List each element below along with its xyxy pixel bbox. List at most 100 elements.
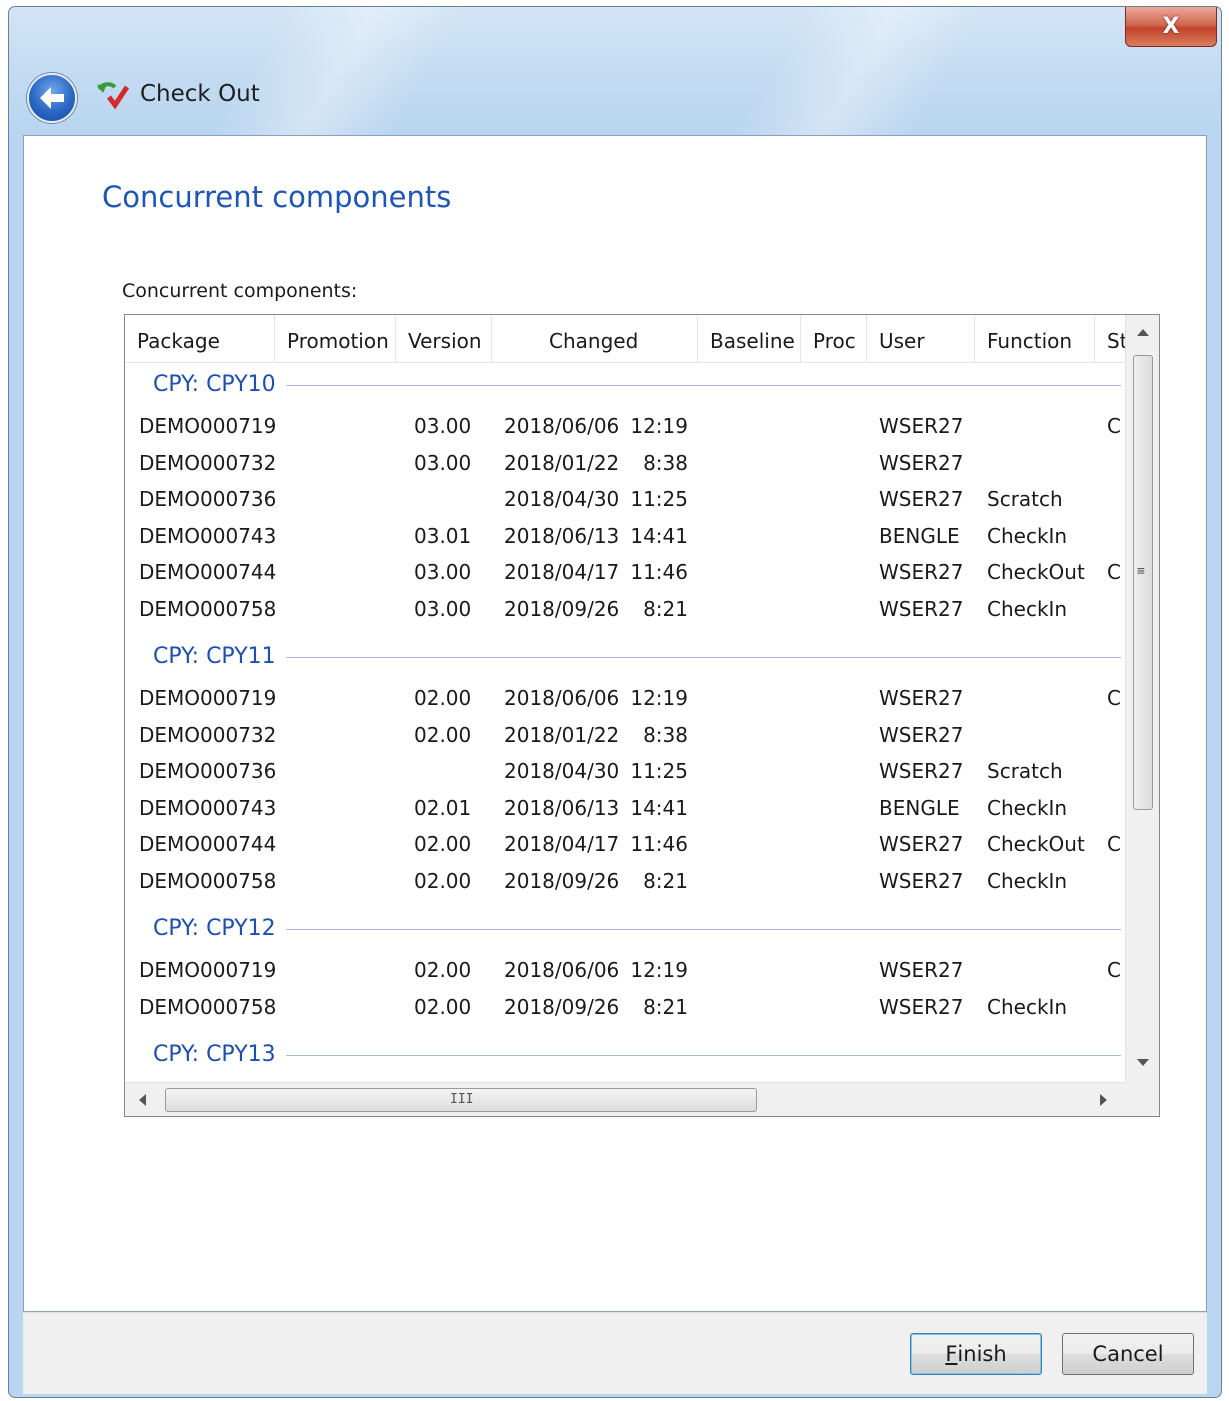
cell-version: 02.00 <box>414 686 472 710</box>
back-arrow-icon <box>40 87 64 109</box>
column-header-baseline[interactable]: Baseline <box>698 315 801 363</box>
list-item[interactable]: DEMO000758 03.00 2018/09/26 8:21 WSER27 Check… <box>125 591 1125 627</box>
list-item[interactable]: DEMO000719 03.00 2018/06/06 12:19 WSER27 C <box>125 408 1125 444</box>
list-item[interactable]: DEMO000743 02.01 2018/06/13 14:41 BENGLE Chec… <box>125 790 1125 826</box>
cell-user: WSER27 <box>879 722 964 747</box>
group-divider <box>153 385 1121 386</box>
cell-user: WSER27 <box>879 686 964 710</box>
column-header-changed[interactable]: Changed <box>492 315 698 363</box>
cell-version: 02.01 <box>414 795 472 820</box>
list-item[interactable]: DEMO000744 02.00 2018/04/17 11:46 WSER27 Chec… <box>125 826 1125 862</box>
column-header-promotion[interactable]: Promotion <box>275 315 396 363</box>
list-item[interactable]: DEMO000719 02.00 2018/06/06 12:19 WSER27 C <box>125 680 1125 716</box>
cell-time: 12:19 <box>630 414 688 438</box>
cell-version: 02.00 <box>414 994 472 1019</box>
glass-decoration <box>211 7 467 137</box>
button-bar: Finish Cancel <box>23 1312 1207 1394</box>
list-item[interactable]: DEMO000743 03.01 2018/06/13 14:41 BENGLE Chec… <box>125 518 1125 554</box>
cell-date: 2018/04/30 <box>504 759 619 783</box>
back-button[interactable] <box>27 73 77 123</box>
vertical-scroll-thumb[interactable]: ≡ <box>1133 355 1153 810</box>
vertical-scrollbar[interactable]: ≡ <box>1125 315 1159 1083</box>
cell-user: WSER27 <box>879 450 964 475</box>
cell-package: DEMO000743 <box>139 795 277 820</box>
cell-date: 2018/06/06 <box>504 414 619 438</box>
finish-label: inish <box>957 1342 1007 1366</box>
group-header[interactable]: CPY: CPY12 <box>125 911 1125 947</box>
wizard-content: Concurrent components Concurrent compone… <box>23 135 1207 1312</box>
cell-status: C <box>1107 686 1121 710</box>
cell-date: 2018/09/26 <box>504 868 619 893</box>
cell-package: DEMO000736 <box>139 759 277 783</box>
cell-user: WSER27 <box>879 832 964 856</box>
cell-package: DEMO000732 <box>139 450 277 475</box>
column-header-proc[interactable]: Proc <box>801 315 867 363</box>
group-header[interactable]: CPY: CPY10 <box>125 367 1125 403</box>
components-list[interactable]: Package Promotion Version Changed Baseli… <box>124 314 1160 1117</box>
cell-package: DEMO000758 <box>139 596 277 621</box>
cell-function: CheckIn <box>987 596 1068 621</box>
cell-version: 03.00 <box>414 450 472 475</box>
cell-time: 8:21 <box>643 868 688 893</box>
list-item[interactable]: DEMO000719 02.00 2018/06/06 12:19 WSER27 C <box>125 952 1125 988</box>
cell-time: 11:46 <box>630 832 688 856</box>
cell-date: 2018/01/22 <box>504 450 619 475</box>
group-header[interactable]: CPY: CPY13 <box>125 1037 1125 1073</box>
list-item[interactable]: DEMO000736 2018/04/30 11:25 WSER27 Scratch <box>125 753 1125 789</box>
column-header-function[interactable]: Function <box>975 315 1095 363</box>
finish-mnemonic: F <box>945 1342 958 1366</box>
cell-function: CheckIn <box>987 523 1068 548</box>
cell-date: 2018/06/06 <box>504 958 619 982</box>
cell-function: Scratch <box>987 759 1063 783</box>
cell-time: 8:38 <box>643 722 688 747</box>
group-label: CPY: CPY10 <box>153 367 286 403</box>
list-item[interactable]: DEMO000744 03.00 2018/04/17 11:46 WSER27 Chec… <box>125 554 1125 590</box>
list-item[interactable]: DEMO000732 02.00 2018/01/22 8:38 WSER27 <box>125 717 1125 753</box>
cell-date: 2018/06/13 <box>504 523 619 548</box>
cell-time: 8:21 <box>643 994 688 1019</box>
cell-package: DEMO000732 <box>139 722 277 747</box>
cell-time: 8:21 <box>643 596 688 621</box>
close-button[interactable]: X <box>1125 7 1217 47</box>
scroll-down-icon[interactable] <box>1137 1059 1149 1066</box>
column-header-package[interactable]: Package <box>125 315 275 363</box>
cell-user: WSER27 <box>879 868 964 893</box>
cell-user: WSER27 <box>879 414 964 438</box>
cell-date: 2018/06/13 <box>504 795 619 820</box>
glass-decoration <box>731 7 987 137</box>
finish-button[interactable]: Finish <box>910 1333 1042 1375</box>
horizontal-scrollbar[interactable]: III <box>125 1082 1127 1116</box>
column-header-user[interactable]: User <box>867 315 975 363</box>
list-item[interactable]: DEMO000758 02.00 2018/09/26 8:21 WSER27 Check… <box>125 863 1125 899</box>
cell-package: DEMO000758 <box>139 868 277 893</box>
cell-version: 03.00 <box>414 414 472 438</box>
cell-version: 02.00 <box>414 832 472 856</box>
cell-function: CheckIn <box>987 868 1068 893</box>
cell-date: 2018/09/26 <box>504 994 619 1019</box>
cell-user: BENGLE <box>879 523 960 548</box>
group-header[interactable]: CPY: CPY11 <box>125 639 1125 675</box>
scroll-right-icon[interactable] <box>1100 1094 1107 1106</box>
cell-user: BENGLE <box>879 795 960 820</box>
list-item[interactable]: DEMO000736 2018/04/30 11:25 WSER27 Scratch <box>125 481 1125 517</box>
cancel-button[interactable]: Cancel <box>1062 1333 1194 1375</box>
horizontal-scroll-thumb[interactable]: III <box>165 1088 757 1112</box>
cell-version: 03.00 <box>414 596 472 621</box>
group-label: CPY: CPY12 <box>153 911 286 947</box>
cell-function: CheckOut <box>987 832 1085 856</box>
list-item[interactable]: DEMO000732 03.00 2018/01/22 8:38 WSER27 <box>125 445 1125 481</box>
group-label: CPY: CPY11 <box>153 639 286 675</box>
cell-time: 11:25 <box>630 487 688 511</box>
cell-package: DEMO000736 <box>139 487 277 511</box>
cell-time: 11:25 <box>630 759 688 783</box>
cell-user: WSER27 <box>879 596 964 621</box>
scroll-left-icon[interactable] <box>139 1094 146 1106</box>
group-divider <box>153 657 1121 658</box>
cell-date: 2018/04/30 <box>504 487 619 511</box>
column-header-version[interactable]: Version <box>396 315 492 363</box>
cell-time: 11:46 <box>630 560 688 584</box>
list-item[interactable]: DEMO000758 02.00 2018/09/26 8:21 WSER27 Check… <box>125 989 1125 1025</box>
cell-package: DEMO000743 <box>139 523 277 548</box>
scroll-up-icon[interactable] <box>1137 329 1149 336</box>
cell-package: DEMO000758 <box>139 994 277 1019</box>
